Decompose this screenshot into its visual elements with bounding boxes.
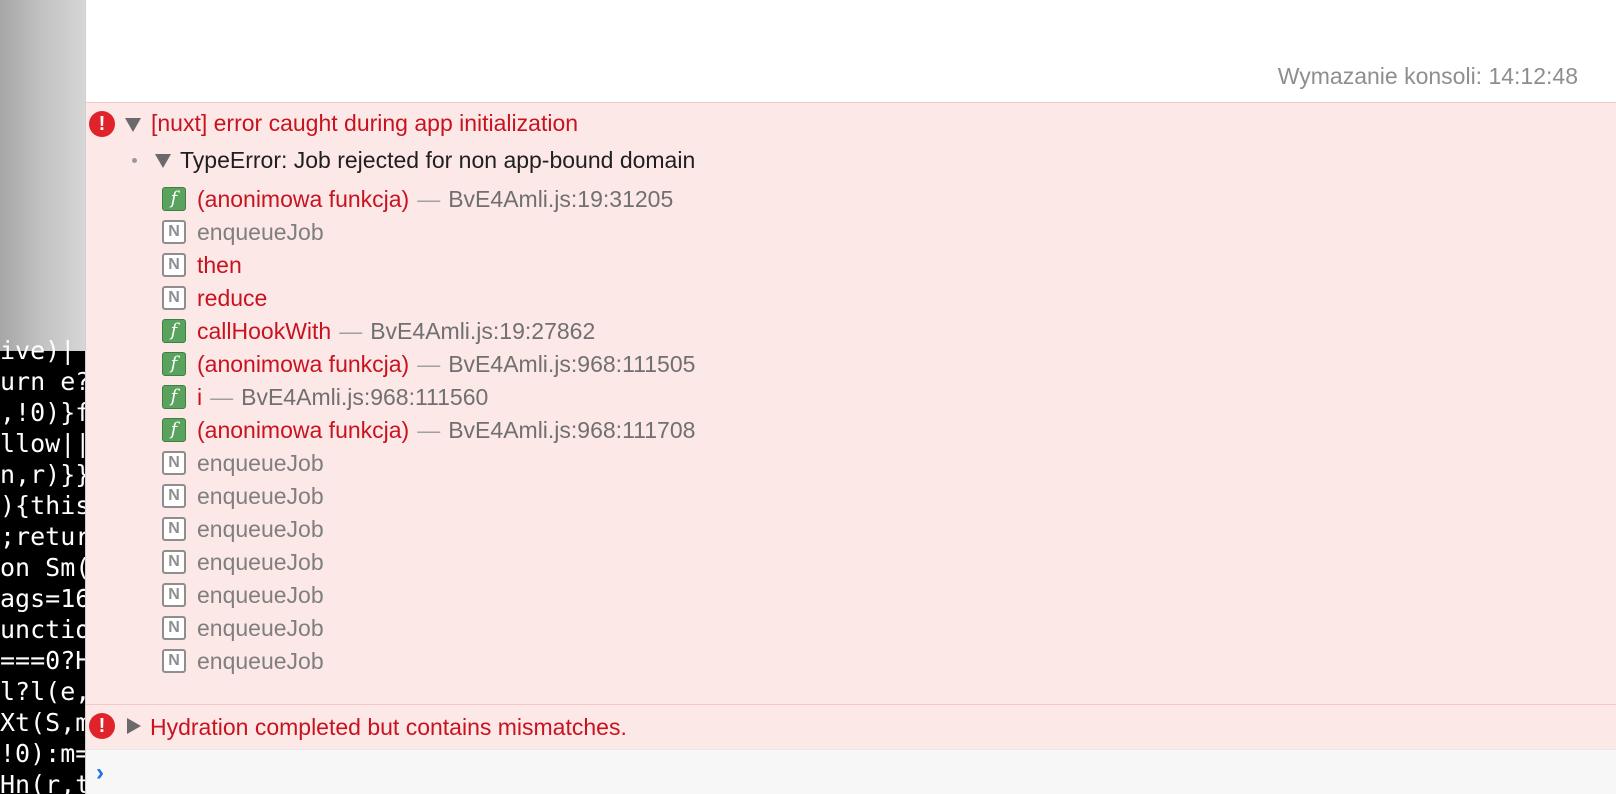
native-frame-icon: N xyxy=(162,451,186,475)
code-line: ){this xyxy=(0,491,85,520)
code-line: llow|| xyxy=(0,429,85,458)
stack-frame-location-link[interactable]: BvE4Amli.js:19:31205 xyxy=(448,186,673,212)
code-line: unctio xyxy=(0,615,85,644)
stack-frame[interactable]: then xyxy=(197,249,242,281)
native-frame-icon: N xyxy=(162,583,186,607)
code-line: ===0?H xyxy=(0,646,85,675)
stack-frame-name: enqueueJob xyxy=(197,582,324,608)
stack-frame-name: then xyxy=(197,252,242,278)
prompt-chevron-icon: › xyxy=(96,759,104,786)
stack-frame-name: enqueueJob xyxy=(197,450,324,476)
code-line: l?l(e, xyxy=(0,677,85,706)
error-icon: ! xyxy=(89,111,115,137)
stack-frame-name: (anonimowa funkcja) xyxy=(197,417,410,443)
stack-frame[interactable]: enqueueJob xyxy=(197,513,324,545)
stack-frame-separator: — xyxy=(417,186,441,212)
error-message-group: ! Hydration completed but contains misma… xyxy=(86,704,1616,749)
stack-frame-name: enqueueJob xyxy=(197,483,324,509)
native-frame-icon: N xyxy=(162,220,186,244)
code-line: Hn(r,t xyxy=(0,770,85,794)
screen: ive)| urn e? ,!0)}f llow|| n,r)}} ){this… xyxy=(0,0,1616,794)
stack-frame[interactable]: (anonimowa funkcja) — BvE4Amli.js:968:1117… xyxy=(197,414,695,446)
console-prompt[interactable]: › xyxy=(86,749,1616,794)
native-frame-icon: N xyxy=(162,484,186,508)
background-code-area: ive)| urn e? ,!0)}f llow|| n,r)}} ){this… xyxy=(0,336,85,794)
code-line: ags=16 xyxy=(0,584,85,613)
stack-frame[interactable]: reduce xyxy=(197,282,267,314)
function-frame-icon: f xyxy=(162,385,186,409)
console-cleared-message: Wymazanie konsoli: 14:12:48 xyxy=(1277,63,1578,89)
stack-frame-name: enqueueJob xyxy=(197,516,324,542)
native-frame-icon: N xyxy=(162,253,186,277)
stack-frame-name: (anonimowa funkcja) xyxy=(197,351,410,377)
native-frame-icon: N xyxy=(162,286,186,310)
code-line: !0):m= xyxy=(0,739,85,768)
stack-frame[interactable]: enqueueJob xyxy=(197,579,324,611)
stack-frame-location-link[interactable]: BvE4Amli.js:19:27862 xyxy=(370,318,595,344)
function-frame-icon: f xyxy=(162,187,186,211)
stack-frame[interactable]: enqueueJob xyxy=(197,480,324,512)
stack-frame[interactable]: enqueueJob xyxy=(197,447,324,479)
code-line: urn e? xyxy=(0,367,85,396)
function-frame-icon: f xyxy=(162,352,186,376)
native-frame-icon: N xyxy=(162,616,186,640)
stack-frame-separator: — xyxy=(210,384,234,410)
code-line: ive)| xyxy=(0,336,76,365)
stack-frame[interactable]: callHookWith — BvE4Amli.js:19:27862 xyxy=(197,315,595,347)
function-frame-icon: f xyxy=(162,418,186,442)
stack-frame-name: enqueueJob xyxy=(197,648,324,674)
console-panel: Wymazanie konsoli: 14:12:48 ! [nuxt] err… xyxy=(85,0,1616,794)
stack-frame-separator: — xyxy=(417,417,441,443)
disclosure-right-icon[interactable] xyxy=(127,718,141,734)
stack-frame[interactable]: enqueueJob xyxy=(197,612,324,644)
stack-frame-name: (anonimowa funkcja) xyxy=(197,186,410,212)
stack-frame-location-link[interactable]: BvE4Amli.js:968:111560 xyxy=(241,384,488,410)
stack-frame[interactable]: enqueueJob xyxy=(197,645,324,677)
type-error-message[interactable]: TypeError: Job rejected for non app-boun… xyxy=(180,144,695,176)
stack-frame-name: enqueueJob xyxy=(197,615,324,641)
stack-frame-name: callHookWith xyxy=(197,318,332,344)
stack-frame-separator: — xyxy=(339,318,363,344)
stack-frame[interactable]: enqueueJob xyxy=(197,216,324,248)
native-frame-icon: N xyxy=(162,517,186,541)
code-line: ,!0)}f xyxy=(0,398,85,427)
bullet-icon xyxy=(132,158,137,163)
error-icon: ! xyxy=(89,713,115,739)
disclosure-down-icon[interactable] xyxy=(125,118,141,132)
stack-frame-name: enqueueJob xyxy=(197,549,324,575)
code-line: ;retur xyxy=(0,522,85,551)
code-line: Xt(S,m xyxy=(0,708,85,737)
stack-frame[interactable]: i — BvE4Amli.js:968:111560 xyxy=(197,381,488,413)
stack-frame-name: reduce xyxy=(197,285,268,311)
stack-frame[interactable]: (anonimowa funkcja) — BvE4Amli.js:968:1115… xyxy=(197,348,695,380)
stack-frame-name: enqueueJob xyxy=(197,219,324,245)
stack-frame-separator: — xyxy=(417,351,441,377)
stack-frame-name: i xyxy=(197,384,203,410)
stack-frame-location-link[interactable]: BvE4Amli.js:968:111708 xyxy=(448,417,695,443)
code-line: n,r)}} xyxy=(0,460,85,489)
error-message-group: ! [nuxt] error caught during app initial… xyxy=(86,102,1616,704)
code-line: on Sm( xyxy=(0,553,85,582)
background-editor-window: ive)| urn e? ,!0)}f llow|| n,r)}} ){this… xyxy=(0,0,85,794)
stack-frame[interactable]: enqueueJob xyxy=(197,546,324,578)
error-message[interactable]: [nuxt] error caught during app initializ… xyxy=(151,107,578,139)
native-frame-icon: N xyxy=(162,550,186,574)
stack-frame-location-link[interactable]: BvE4Amli.js:968:111505 xyxy=(448,351,695,377)
error-message[interactable]: Hydration completed but contains mismatc… xyxy=(150,711,627,743)
native-frame-icon: N xyxy=(162,649,186,673)
disclosure-down-icon[interactable] xyxy=(155,154,171,168)
background-editor-gray-area xyxy=(0,0,85,351)
stack-frame[interactable]: (anonimowa funkcja) — BvE4Amli.js:19:31205 xyxy=(197,183,673,215)
function-frame-icon: f xyxy=(162,319,186,343)
